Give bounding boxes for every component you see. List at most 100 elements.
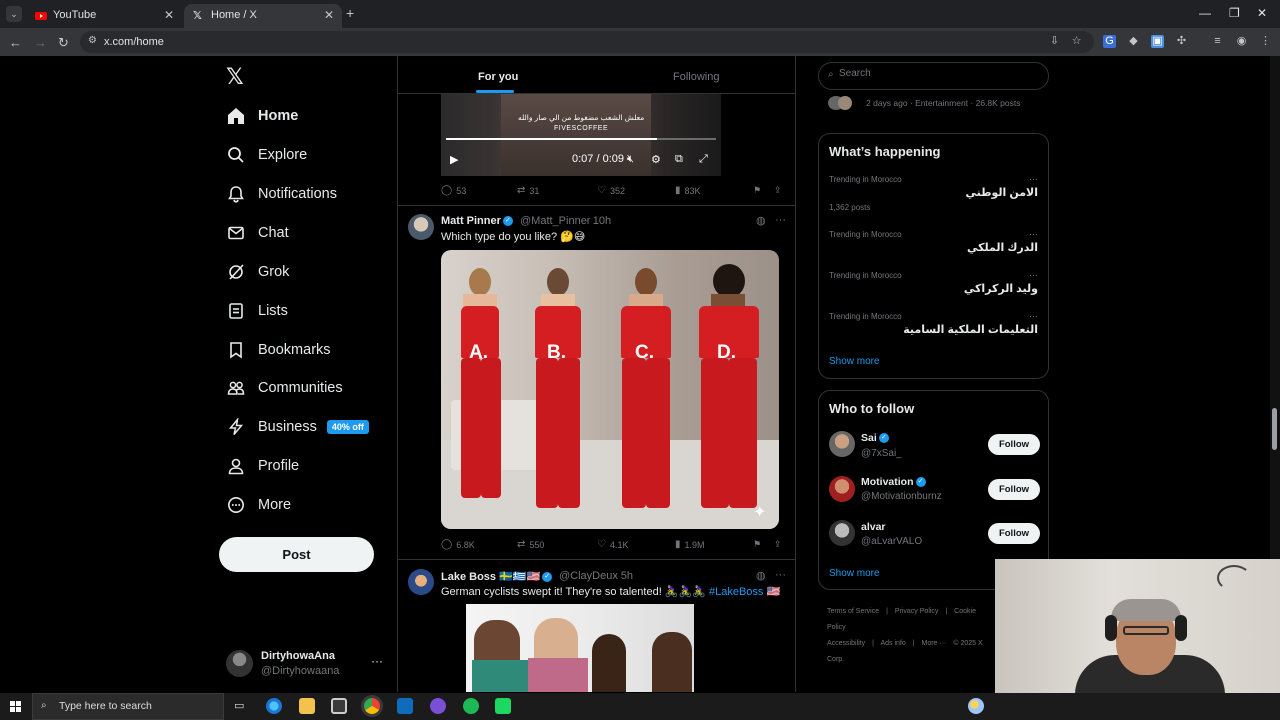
reading-list-icon[interactable]: ≡ bbox=[1211, 35, 1224, 48]
like-button[interactable]: ♡ 352 bbox=[597, 185, 625, 196]
chrome-icon[interactable] bbox=[364, 698, 380, 714]
follow-name[interactable]: Sai ✓ bbox=[861, 432, 889, 444]
share-icon[interactable]: ⇪ bbox=[774, 185, 782, 196]
author-name[interactable]: Matt Pinner ✓ bbox=[441, 215, 513, 227]
site-info-icon[interactable]: ⚙ bbox=[88, 35, 97, 46]
profile-icon[interactable]: ◉ bbox=[1235, 35, 1248, 48]
file-explorer-icon[interactable] bbox=[299, 698, 315, 714]
footer-link[interactable]: More ··· bbox=[922, 640, 947, 647]
nav-communities[interactable]: Communities bbox=[226, 375, 343, 401]
post-time[interactable]: · 5h bbox=[614, 570, 633, 582]
taskbar-search[interactable]: ⌕ bbox=[32, 693, 224, 720]
avatar[interactable] bbox=[829, 476, 855, 502]
weather-icon[interactable] bbox=[968, 698, 984, 714]
reply-button[interactable]: ◯ 6.8K bbox=[441, 539, 475, 550]
extension-icon[interactable]: ▣ bbox=[1151, 35, 1164, 48]
repost-button[interactable]: ⇄ 31 bbox=[517, 185, 539, 196]
author-name[interactable]: Lake Boss 🇸🇪🇬🇷🇺🇸 ✓ bbox=[441, 570, 553, 583]
nav-explore[interactable]: Explore bbox=[226, 142, 307, 168]
play-icon[interactable]: ▶ bbox=[450, 153, 458, 166]
minimize-button[interactable]: — bbox=[1199, 6, 1211, 20]
nav-more[interactable]: More bbox=[226, 492, 291, 518]
forward-icon[interactable]: → bbox=[34, 35, 47, 50]
search-box[interactable]: ⌕ bbox=[818, 62, 1049, 90]
show-more-link[interactable]: Show more bbox=[829, 568, 880, 579]
nav-home[interactable]: Home bbox=[226, 103, 298, 129]
show-more-link[interactable]: Show more bbox=[829, 356, 880, 367]
app-icon[interactable] bbox=[495, 698, 511, 714]
more-dots-icon[interactable]: ··· bbox=[1029, 311, 1038, 321]
tab-for-you[interactable]: For you bbox=[478, 71, 518, 83]
avatar[interactable] bbox=[408, 569, 434, 595]
follow-name[interactable]: Motivation ✓ bbox=[861, 476, 926, 488]
footer-link[interactable]: Terms of Service bbox=[827, 608, 879, 615]
nav-business[interactable]: Business 40% off bbox=[226, 414, 369, 440]
post-image[interactable]: A. B. C. D. ✦ bbox=[441, 250, 779, 529]
bookmark-icon[interactable]: ⚑ bbox=[753, 185, 761, 196]
trend-item[interactable]: الدرك الملكي bbox=[967, 241, 1038, 254]
address-bar[interactable]: ⚙ x.com/home bbox=[80, 31, 1094, 53]
close-icon[interactable]: ✕ bbox=[164, 8, 174, 22]
nav-grok[interactable]: Grok bbox=[226, 259, 289, 285]
nav-bookmarks[interactable]: Bookmarks bbox=[226, 337, 331, 363]
views-button[interactable]: ▮ 83K bbox=[675, 185, 701, 196]
share-icon[interactable]: ⇪ bbox=[774, 539, 782, 550]
browser-tab-x[interactable]: 𝕏 Home / X ✕ bbox=[184, 4, 342, 28]
more-dots-icon[interactable]: ··· bbox=[1029, 229, 1038, 239]
nav-profile[interactable]: Profile bbox=[226, 453, 299, 479]
more-dots-icon[interactable]: ··· bbox=[775, 569, 786, 581]
follow-button[interactable]: Follow bbox=[988, 479, 1040, 500]
repost-button[interactable]: ⇄ 550 bbox=[517, 539, 544, 550]
footer-link[interactable]: Ads info bbox=[880, 640, 905, 647]
bookmark-star-icon[interactable]: ☆ bbox=[1070, 35, 1083, 48]
close-icon[interactable]: ✕ bbox=[324, 8, 334, 22]
page-scrollbar[interactable] bbox=[1270, 56, 1280, 559]
footer-link[interactable]: Accessibility bbox=[827, 640, 865, 647]
pip-icon[interactable]: ⧉ bbox=[675, 153, 683, 166]
install-app-icon[interactable]: ⇩ bbox=[1048, 35, 1061, 48]
video-progress-bar[interactable] bbox=[446, 138, 716, 140]
search-input[interactable] bbox=[839, 68, 1039, 79]
bookmark-icon[interactable]: ⚑ bbox=[753, 539, 761, 550]
follow-button[interactable]: Follow bbox=[988, 434, 1040, 455]
more-dots-icon[interactable]: ··· bbox=[775, 214, 786, 226]
tab-search-button[interactable]: ⌄ bbox=[6, 6, 22, 22]
spotify-icon[interactable] bbox=[463, 698, 479, 714]
fullscreen-icon[interactable]: ⤢ bbox=[699, 153, 708, 166]
trend-item[interactable]: التعليمات الملكية السامية bbox=[903, 323, 1038, 336]
avatar[interactable] bbox=[408, 214, 434, 240]
views-button[interactable]: ▮ 1.9M bbox=[675, 539, 705, 550]
follow-button[interactable]: Follow bbox=[988, 523, 1040, 544]
x-logo-icon[interactable]: 𝕏 bbox=[226, 64, 244, 90]
post-time[interactable]: · 10h bbox=[586, 215, 611, 227]
restore-button[interactable]: ❐ bbox=[1229, 6, 1240, 20]
task-view-icon[interactable]: ▭ bbox=[234, 699, 244, 712]
footer-link[interactable]: Privacy Policy bbox=[895, 608, 939, 615]
back-icon[interactable]: ← bbox=[9, 35, 22, 50]
account-switcher[interactable]: DirtyhowaAna @Dirtyhowaana ··· bbox=[226, 648, 386, 678]
more-dots-icon[interactable]: ··· bbox=[1029, 270, 1038, 280]
nav-notifications[interactable]: Notifications bbox=[226, 181, 337, 207]
avatar[interactable] bbox=[829, 520, 855, 546]
translate-extension-icon[interactable]: G bbox=[1103, 35, 1116, 48]
nav-lists[interactable]: Lists bbox=[226, 298, 288, 324]
nav-chat[interactable]: Chat bbox=[226, 220, 289, 246]
more-dots-icon[interactable]: ··· bbox=[1029, 174, 1038, 184]
follow-name[interactable]: alvar bbox=[861, 521, 886, 533]
post-button[interactable]: Post bbox=[219, 537, 374, 572]
puzzle-icon[interactable]: ✣ bbox=[1175, 35, 1188, 48]
author-handle[interactable]: @Matt_Pinner bbox=[520, 215, 590, 227]
reload-icon[interactable]: ↻ bbox=[58, 35, 69, 51]
grok-icon[interactable]: ◍ bbox=[756, 569, 766, 582]
trend-item[interactable]: وليد الركراكي bbox=[964, 282, 1038, 295]
tab-following[interactable]: Following bbox=[673, 71, 719, 83]
edge-icon[interactable] bbox=[266, 698, 282, 714]
scrollbar-thumb[interactable] bbox=[1272, 408, 1277, 450]
new-tab-button[interactable]: + bbox=[346, 5, 354, 21]
avatar[interactable] bbox=[829, 431, 855, 457]
store-icon[interactable] bbox=[331, 698, 347, 714]
grok-icon[interactable]: ◍ bbox=[756, 214, 766, 227]
windows-start-icon[interactable] bbox=[10, 701, 21, 712]
kebab-menu-icon[interactable]: ⋮ bbox=[1259, 35, 1272, 48]
taskbar-search-input[interactable] bbox=[59, 700, 219, 712]
